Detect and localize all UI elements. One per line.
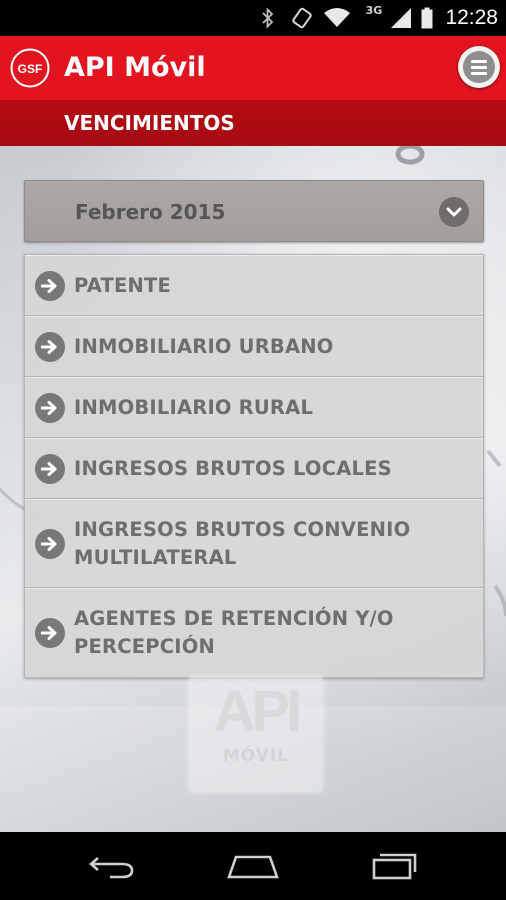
api-movil-watermark: API MÓVIL [189,676,323,792]
tax-menu-list: PATENTE INMOBILIARIO URBANO INMOBILIARIO R… [24,254,484,678]
watermark-logo-text: API [213,679,303,744]
arrow-right-icon [35,392,65,423]
bluetooth-icon [258,6,278,30]
content-area: Febrero 2015 PATENTE INMOBILIARIO URBANO I… [0,146,506,832]
menu-item-label: AGENTES DE RETENCIÓN Y/O PERCEPCIÓN [74,605,473,661]
arrow-right-icon [35,270,65,301]
period-select[interactable]: Febrero 2015 [24,180,484,242]
app-title: API Móvil [64,52,206,83]
menu-item-label-line: AGENTES DE RETENCIÓN Y/O [74,606,394,630]
menu-item-label: INMOBILIARIO RURAL [74,394,473,422]
arrow-right-icon [35,331,65,362]
menu-item-label-line: INMOBILIARIO RURAL [74,395,314,419]
menu-item-label-line: PATENTE [74,273,172,297]
home-icon[interactable] [225,848,281,884]
recent-apps-icon[interactable] [366,848,422,884]
menu-icon [463,51,495,83]
period-select-value: Febrero 2015 [75,200,226,224]
back-icon[interactable] [84,848,140,884]
wifi-icon [322,6,352,30]
chevron-down-icon[interactable] [439,197,469,227]
menu-item-label: INGRESOS BRUTOS LOCALES [74,455,473,483]
menu-item[interactable]: INGRESOS BRUTOS LOCALES [25,438,483,499]
watermark-sub-text: MÓVIL [222,746,290,766]
menu-item[interactable]: AGENTES DE RETENCIÓN Y/O PERCEPCIÓN [25,588,483,677]
app-bar: GSF API Móvil [0,36,506,100]
clock: 12:28 [445,6,498,29]
logo-text: GSF [18,62,43,76]
menu-button[interactable] [458,46,500,88]
arrow-right-icon [35,453,65,484]
menu-item-label: INGRESOS BRUTOS CONVENIO MULTILATERAL [74,516,473,572]
arrow-right-icon [35,528,65,559]
menu-item-label-line: MULTILATERAL [74,545,237,569]
menu-item[interactable]: INGRESOS BRUTOS CONVENIO MULTILATERAL [25,499,483,588]
signal-icon [388,6,414,30]
gsf-logo-icon[interactable]: GSF [10,48,50,88]
section-bar: VENCIMIENTOS [0,100,506,146]
menu-item[interactable]: INMOBILIARIO URBANO [25,316,483,377]
status-bar: 3G 12:28 [0,0,506,36]
screen-rotation-icon [290,6,314,30]
menu-item-label-line: INGRESOS BRUTOS CONVENIO [74,517,411,541]
menu-item-label: PATENTE [74,272,473,300]
menu-item[interactable]: INMOBILIARIO RURAL [25,377,483,438]
menu-item-label: INMOBILIARIO URBANO [74,333,473,361]
navigation-bar [0,832,506,900]
menu-item[interactable]: PATENTE [25,255,483,316]
menu-item-label-line: INMOBILIARIO URBANO [74,334,334,358]
battery-icon [420,6,434,30]
section-title: VENCIMIENTOS [64,111,235,135]
arrow-right-icon [35,617,65,648]
menu-item-label-line: PERCEPCIÓN [74,634,216,658]
network-type-label: 3G [365,4,383,17]
menu-item-label-line: INGRESOS BRUTOS LOCALES [74,456,392,480]
